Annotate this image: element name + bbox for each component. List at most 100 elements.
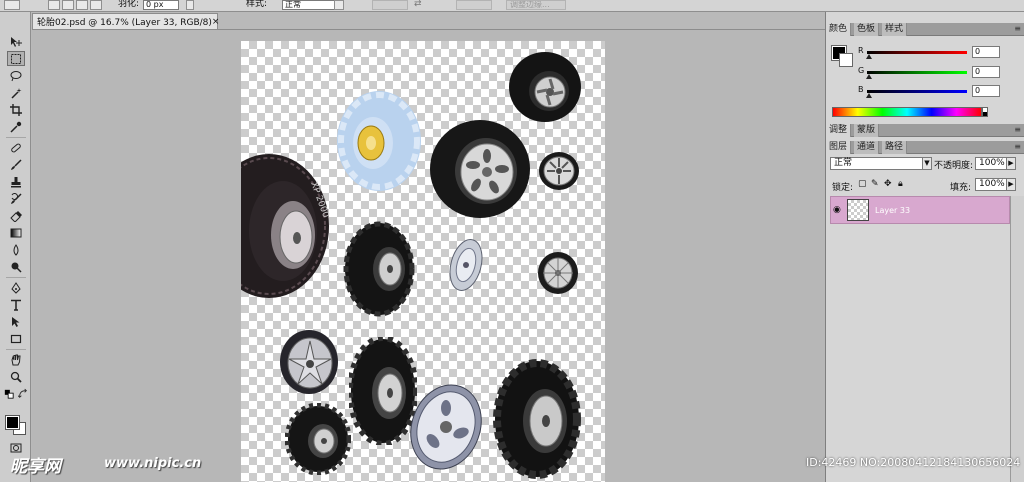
height-field — [456, 0, 492, 10]
path-selection-tool-icon[interactable] — [7, 314, 25, 329]
opacity-arrow-icon[interactable]: ▶ — [1006, 157, 1016, 170]
type-tool-icon[interactable] — [7, 297, 25, 312]
watermark-id: ID:42469 NO:20080412184130656024 — [806, 456, 1021, 469]
refine-edge-button: 调整边缘... — [506, 0, 566, 10]
add-selection-button[interactable] — [62, 0, 74, 10]
rectangle-tool-icon[interactable] — [7, 331, 25, 346]
adjustments-panel-tabs: 调整 蒙版 ≡ — [826, 124, 1024, 137]
tab-paths[interactable]: 路径 — [882, 141, 908, 154]
fill-input[interactable]: 100% — [975, 178, 1007, 191]
width-field — [372, 0, 408, 10]
dodge-tool-icon[interactable] — [7, 259, 25, 274]
tire-image — [337, 91, 421, 191]
eye-icon[interactable]: ◉ — [833, 205, 841, 215]
document-tab[interactable]: 轮胎02.psd @ 16.7% (Layer 33, RGB/8) × — [32, 13, 220, 29]
style-select[interactable]: 正常 — [282, 0, 340, 10]
layers-scrollbar[interactable] — [1010, 196, 1024, 482]
hubcap-image — [449, 239, 483, 291]
tire-image — [509, 52, 581, 122]
magic-wand-tool-icon[interactable] — [7, 85, 25, 100]
hand-tool-icon[interactable] — [7, 352, 25, 367]
blur-tool-icon[interactable] — [7, 242, 25, 257]
tab-masks[interactable]: 蒙版 — [854, 124, 880, 137]
feather-input[interactable]: 0 px — [143, 0, 179, 10]
wheel-rim-image — [410, 384, 482, 470]
close-icon[interactable]: × — [212, 17, 220, 27]
tab-color[interactable]: 颜色 — [826, 23, 852, 36]
right-panels: 颜色 色板 样式 ≡ R 0 G 0 B 0 调整 蒙版 ≡ 图层 通道 路径 … — [825, 12, 1024, 482]
color-spectrum-ramp[interactable] — [832, 107, 982, 117]
marquee-tool-icon[interactable] — [7, 51, 25, 66]
red-slider-knob[interactable] — [866, 54, 872, 59]
green-value-input[interactable]: 0 — [972, 66, 1000, 78]
crop-tool-icon[interactable] — [7, 102, 25, 117]
color-bg-swatch[interactable] — [839, 53, 853, 67]
blue-slider[interactable]: B 0 — [858, 85, 1018, 99]
intersect-selection-button[interactable] — [90, 0, 102, 10]
pen-tool-icon[interactable] — [7, 280, 25, 295]
fill-label: 填充: — [950, 183, 972, 193]
opacity-input[interactable]: 100% — [975, 157, 1007, 170]
tab-swatches[interactable]: 色板 — [854, 23, 880, 36]
opacity-label: 不透明度: — [934, 161, 974, 171]
lock-image-icon[interactable]: ✎ — [871, 179, 879, 189]
selection-mode-button[interactable] — [4, 0, 20, 10]
blue-value-input[interactable]: 0 — [972, 85, 1000, 97]
image-canvas[interactable]: XP 2000 — [241, 41, 605, 482]
panel-menu-icon[interactable]: ≡ — [1014, 125, 1021, 134]
wheel-rim-image — [280, 330, 338, 394]
zoom-tool-icon[interactable] — [7, 369, 25, 384]
panel-menu-icon[interactable]: ≡ — [1014, 24, 1021, 33]
lock-position-icon[interactable]: ✥ — [884, 179, 892, 189]
gradient-tool-icon[interactable] — [7, 225, 25, 240]
anti-alias-checkbox[interactable] — [186, 0, 194, 10]
tire-image — [430, 120, 530, 218]
red-slider[interactable]: R 0 — [858, 46, 1018, 60]
wheel-rim-image — [538, 252, 578, 294]
move-tool-icon[interactable] — [7, 34, 25, 49]
green-label: G — [858, 66, 865, 75]
new-selection-button[interactable] — [48, 0, 60, 10]
eyedropper-tool-icon[interactable] — [7, 119, 25, 134]
tab-layers[interactable]: 图层 — [826, 141, 852, 154]
fill-arrow-icon[interactable]: ▶ — [1006, 178, 1016, 191]
lock-all-icon[interactable]: 🔒︎ — [898, 179, 903, 189]
swap-colors-icon[interactable] — [18, 388, 28, 399]
swap-icon[interactable]: ⇄ — [414, 0, 422, 10]
lasso-tool-icon[interactable] — [7, 68, 25, 83]
blend-mode-select[interactable]: 正常 — [830, 157, 926, 170]
tab-channels[interactable]: 通道 — [854, 141, 880, 154]
foreground-color-swatch[interactable] — [5, 415, 20, 430]
history-brush-tool-icon[interactable] — [7, 191, 25, 206]
watermark-url: www.nipic.cn — [104, 456, 202, 471]
watermark-logo: 昵享网 — [10, 457, 61, 477]
healing-brush-tool-icon[interactable] — [7, 140, 25, 155]
tire-image: XP 2000 — [241, 154, 330, 298]
panel-menu-icon[interactable]: ≡ — [1014, 142, 1021, 151]
red-label: R — [858, 46, 864, 55]
feather-label: 羽化: — [118, 0, 140, 9]
blend-mode-arrow-icon[interactable]: ▼ — [922, 157, 932, 170]
tab-styles[interactable]: 样式 — [882, 23, 908, 36]
red-value-input[interactable]: 0 — [972, 46, 1000, 58]
layer-name[interactable]: Layer 33 — [875, 206, 910, 215]
clone-stamp-tool-icon[interactable] — [7, 174, 25, 189]
tools-panel — [0, 12, 31, 482]
lock-transparent-icon[interactable]: ▢ — [858, 179, 867, 189]
black-white-ramp[interactable] — [982, 107, 988, 117]
default-colors-icon[interactable] — [4, 389, 14, 399]
green-slider-knob[interactable] — [866, 74, 872, 79]
green-slider[interactable]: G 0 — [858, 66, 1018, 80]
brush-tool-icon[interactable] — [7, 157, 25, 172]
blue-slider-knob[interactable] — [866, 93, 872, 98]
tire-image — [285, 403, 351, 475]
style-label: 样式: — [246, 0, 268, 9]
eraser-tool-icon[interactable] — [7, 208, 25, 223]
style-dropdown-arrow[interactable] — [334, 0, 344, 10]
layers-panel-tabs: 图层 通道 路径 ≡ — [826, 141, 1024, 154]
tab-adjustments[interactable]: 调整 — [826, 124, 852, 137]
color-panel-tabs: 颜色 色板 样式 ≡ — [826, 23, 1024, 36]
subtract-selection-button[interactable] — [76, 0, 88, 10]
layer-row[interactable]: ◉ Layer 33 — [830, 196, 1010, 224]
tire-image — [343, 221, 415, 317]
